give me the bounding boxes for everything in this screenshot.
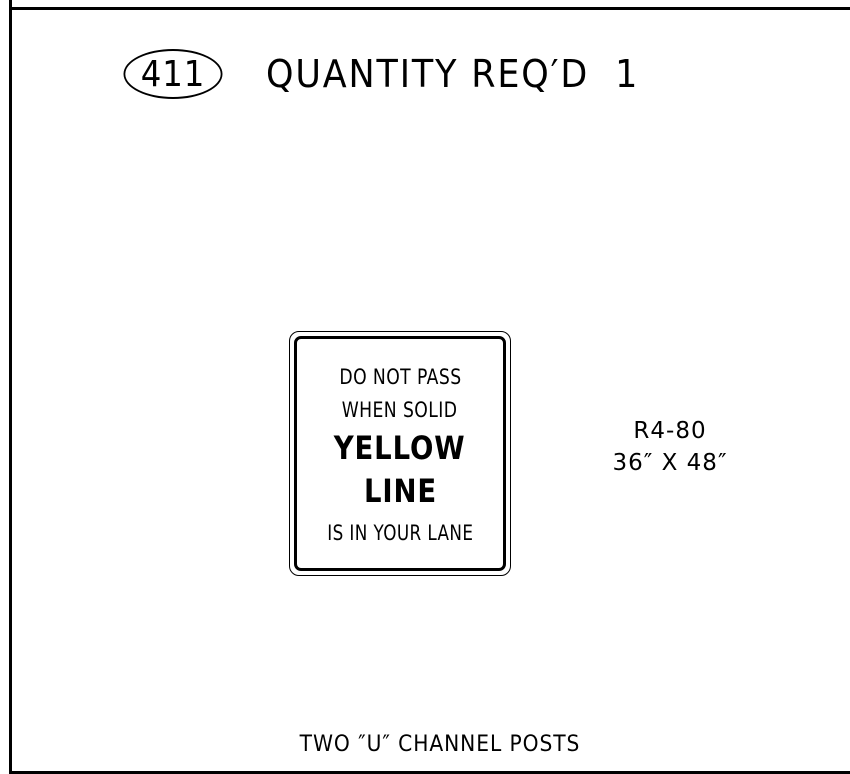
- sign-number-text: 411: [140, 53, 206, 95]
- sign-text-line-4: LINE: [363, 472, 437, 510]
- sign-header: 411 QUANTITY REQ′D 1: [118, 46, 672, 102]
- posts-note: TWO ″U″ CHANNEL POSTS: [299, 732, 581, 757]
- sheet-border-left: [9, 0, 12, 774]
- sign-text-line-1: DO NOT PASS: [338, 365, 462, 389]
- sign-code-text: R4-80: [633, 418, 707, 444]
- sign-text-line-5: IS IN YOUR LANE: [326, 521, 474, 545]
- sign-number-oval: 411: [123, 49, 223, 99]
- drawing-sheet: 411 QUANTITY REQ′D 1 DO NOT PASS WHEN SO…: [0, 0, 850, 774]
- sheet-border-top: [11, 7, 850, 10]
- sign-border: DO NOT PASS WHEN SOLID YELLOW LINE IS IN…: [294, 336, 506, 571]
- quantity-required: QUANTITY REQ′D 1: [266, 52, 640, 96]
- sign-text-line-3: YELLOW: [334, 429, 466, 467]
- regulatory-sign-panel: DO NOT PASS WHEN SOLID YELLOW LINE IS IN…: [289, 331, 511, 576]
- sign-text-line-2: WHEN SOLID: [342, 398, 458, 422]
- sign-size-text: 36″ X 48″: [612, 450, 728, 476]
- sign-designation: R4-80 36″ X 48″: [595, 415, 745, 479]
